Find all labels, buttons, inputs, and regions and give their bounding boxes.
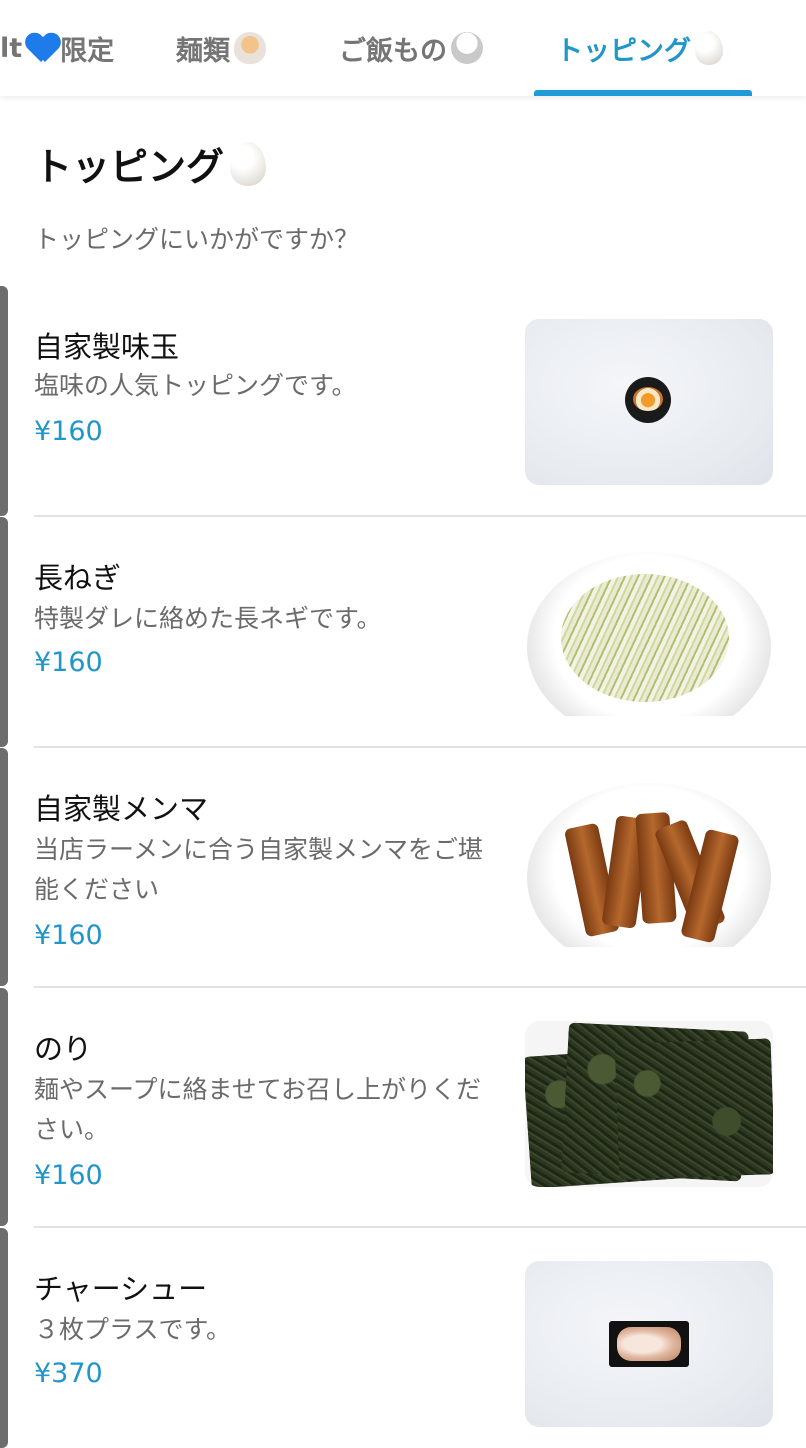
menu-item-chashu[interactable]: チャーシュー ３枚プラスです。 ¥370 bbox=[0, 1228, 806, 1448]
ramen-icon bbox=[234, 32, 266, 64]
negi-photo bbox=[525, 550, 773, 716]
tab-rice[interactable]: ご飯もの bbox=[339, 0, 483, 96]
nori-photo bbox=[525, 1021, 773, 1187]
tab-label: 麺類 bbox=[176, 35, 230, 67]
ajitama-photo bbox=[525, 319, 773, 485]
item-edge-marker bbox=[0, 748, 8, 986]
item-description: ３枚プラスです。 bbox=[34, 1315, 232, 1344]
item-name: のり bbox=[34, 1032, 93, 1066]
section-title: トッピング bbox=[34, 136, 267, 191]
chashu-board-art bbox=[609, 1321, 689, 1367]
chashu-photo bbox=[525, 1261, 773, 1427]
item-price: ¥370 bbox=[34, 1358, 103, 1389]
tab-topping[interactable]: トッピング bbox=[556, 0, 723, 96]
tab-label: トッピング bbox=[556, 35, 691, 67]
menu-item-nori[interactable]: のり 麺やスープに絡ませてお召し上がりください。 ¥160 bbox=[0, 988, 806, 1228]
menu-item-negi[interactable]: 長ねぎ 特製ダレに絡めた長ネギです。 ¥160 bbox=[0, 517, 806, 748]
egg-plate-art bbox=[625, 377, 671, 423]
section-title-text: トッピング bbox=[34, 145, 225, 189]
item-description: 当店ラーメンに合う自家製メンマをご堪能ください bbox=[34, 835, 484, 904]
tab-label-prefix: lt bbox=[0, 32, 23, 64]
tab-label: 限定 bbox=[60, 35, 115, 67]
item-edge-marker bbox=[0, 517, 8, 747]
item-description: 塩味の人気トッピングです。 bbox=[34, 371, 357, 400]
menma-photo bbox=[525, 781, 773, 947]
item-edge-marker bbox=[0, 1228, 8, 1448]
blue-heart-icon bbox=[26, 32, 60, 64]
item-name: チャーシュー bbox=[34, 1272, 208, 1306]
item-name: 自家製メンマ bbox=[34, 792, 209, 826]
item-name: 自家製味玉 bbox=[34, 330, 180, 364]
category-tab-bar: lt 限定 麺類 ご飯もの トッピング bbox=[0, 0, 806, 96]
negi-art bbox=[561, 574, 729, 702]
menu-item-ajitama[interactable]: 自家製味玉 塩味の人気トッピングです。 ¥160 bbox=[0, 286, 806, 517]
item-edge-marker bbox=[0, 286, 8, 516]
item-description: 麺やスープに絡ませてお召し上がりください。 bbox=[34, 1075, 482, 1144]
item-description: 特製ダレに絡めた長ネギです。 bbox=[34, 604, 382, 633]
item-price: ¥160 bbox=[34, 416, 103, 447]
tab-label: ご飯もの bbox=[339, 35, 447, 67]
item-price: ¥160 bbox=[34, 1160, 103, 1191]
tab-noodles[interactable]: 麺類 bbox=[176, 0, 266, 96]
item-price: ¥160 bbox=[34, 647, 103, 678]
menma-art bbox=[563, 811, 740, 944]
active-tab-indicator bbox=[534, 90, 752, 96]
item-edge-marker bbox=[0, 988, 8, 1226]
nori-sheet-art bbox=[614, 1038, 773, 1180]
menu-item-menma[interactable]: 自家製メンマ 当店ラーメンに合う自家製メンマをご堪能ください ¥160 bbox=[0, 748, 806, 988]
item-price: ¥160 bbox=[34, 920, 103, 951]
tab-limited[interactable]: lt 限定 bbox=[0, 0, 114, 96]
egg-icon bbox=[695, 31, 723, 65]
rice-bowl-icon bbox=[451, 32, 483, 64]
egg-icon bbox=[230, 141, 267, 186]
item-name: 長ねぎ bbox=[34, 561, 122, 595]
section-description: トッピングにいかがですか？ bbox=[34, 225, 360, 254]
